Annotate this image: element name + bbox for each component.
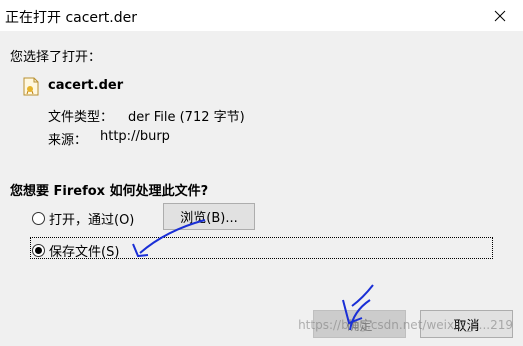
title-bar: 正在打开 cacert.der: [0, 0, 523, 31]
option-open-label: 打开，通过(O): [49, 213, 135, 228]
question-heading: 您想要 Firefox 如何处理此文件?: [10, 184, 209, 199]
file-name: cacert.der: [48, 78, 124, 93]
window-title: 正在打开 cacert.der: [5, 10, 137, 26]
option-save[interactable]: 保存文件(S): [32, 241, 119, 260]
file-type-label: 文件类型：: [48, 110, 114, 125]
source-value: http://burp: [100, 129, 170, 144]
arrow-tail-ok: [351, 284, 374, 307]
close-button[interactable]: [477, 0, 523, 31]
option-save-label: 保存文件(S): [49, 245, 120, 260]
open-radio[interactable]: [32, 212, 45, 225]
file-type-value: der File (712 字节): [128, 110, 245, 125]
option-open[interactable]: 打开，通过(O): [32, 209, 134, 228]
radio-selected-dot: [35, 247, 42, 254]
file-icon: [23, 77, 39, 96]
save-radio[interactable]: [32, 244, 45, 257]
intro-text: 您选择了打开：: [10, 50, 102, 65]
close-icon: [494, 10, 506, 21]
browse-button[interactable]: 浏览(B)...: [163, 203, 255, 230]
source-label: 来源：: [48, 133, 88, 148]
watermark: https://blog.csdn.net/weixin_4...219: [298, 318, 513, 332]
